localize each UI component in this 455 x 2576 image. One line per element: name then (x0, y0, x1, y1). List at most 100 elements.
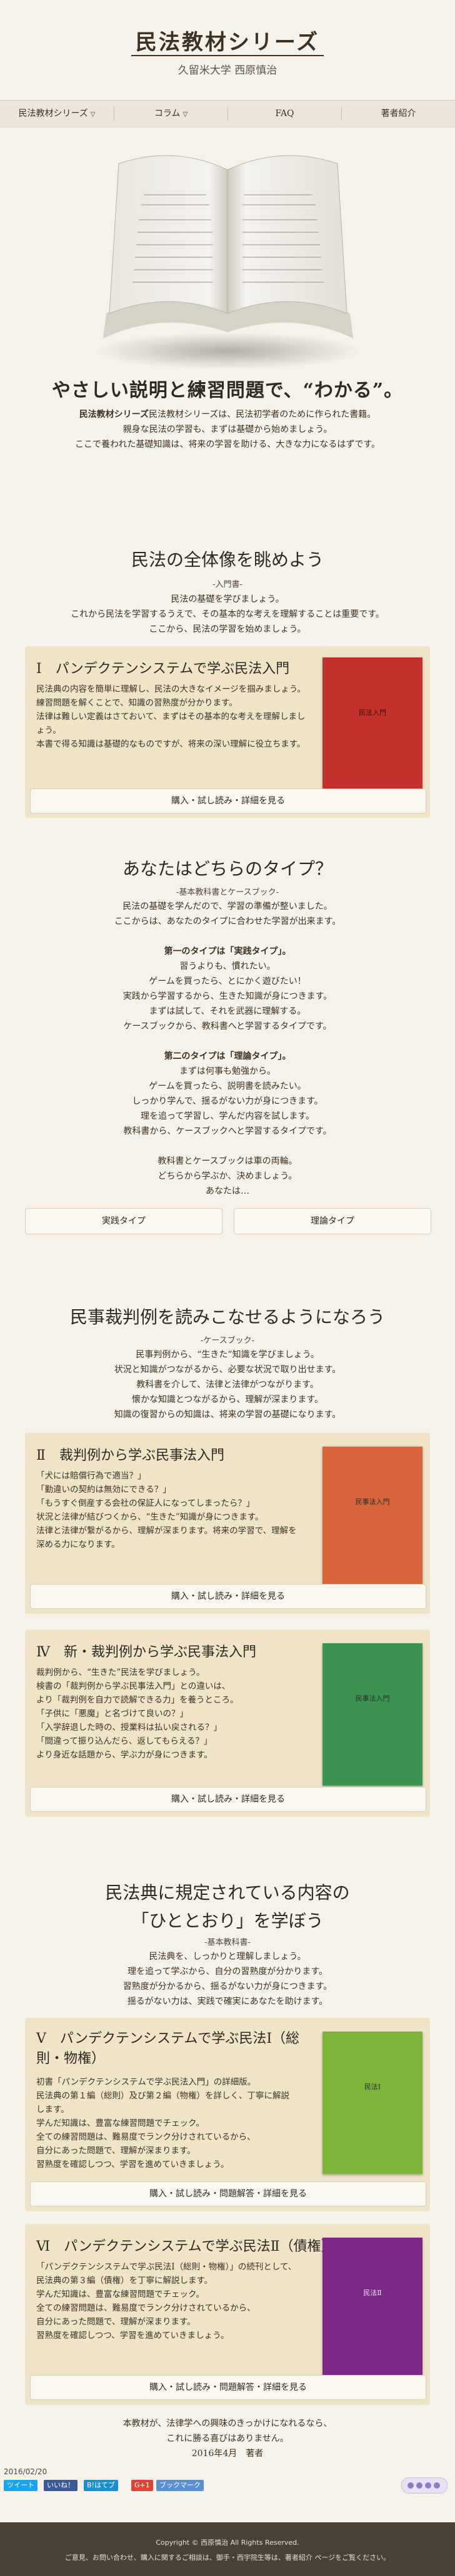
card-line: 深める力になります。 (36, 1540, 120, 1550)
section-title-casebook: 民事裁判例を読みこなせるようになろう (69, 1307, 385, 1327)
nav-item-series[interactable]: 民法教材シリーズ ▽ (0, 101, 114, 127)
section-title-textbook-line1: 民法典に規定されている内容の (105, 1882, 350, 1903)
book-cover-image[interactable]: 民事法入門 (322, 1643, 422, 1786)
para-line: 習熟度が分かるから、揺るがない力が身につきます。 (122, 1982, 332, 1992)
para-line: 教科書から、ケースブックへと学習するタイプです。 (123, 1126, 332, 1136)
para-line: 第一のタイプは「実践タイプ」。 (164, 946, 291, 956)
closing-message: 本教材が、法律学への興味のきっかけになれるなら、 これに勝る喜びはありません。 … (0, 2416, 455, 2461)
post-date: 2016/02/20 (4, 2467, 48, 2476)
nav-label: コラム (154, 109, 181, 119)
cover-title: 民事法入門 (355, 1498, 390, 1506)
footer-copyright: Copyright © 西原慎治 All Rights Reserved. (156, 2539, 299, 2547)
like-button[interactable]: いいね！ (44, 2480, 78, 2491)
section-paragraph: 民法の基礎を学びましょう。 これから民法を学習するうえで、その基本的な考えを理解… (0, 592, 455, 637)
para-line: 知識の復習からの知識は、将来の学習の基礎になります。 (114, 1410, 341, 1420)
buy-button[interactable]: 購入・試し読み・詳細を見る (30, 789, 426, 814)
intro-line: ここで養われた基礎知識は、将来の学習を助ける、大きな力になるはずです。 (75, 440, 380, 450)
cover-title: 民法Ⅱ (363, 2289, 382, 2297)
book-cover-image[interactable]: 民法Ⅰ (322, 2032, 422, 2174)
card-line: 裁判例から、“生きた”民法を学びましょう。 (36, 1668, 205, 1678)
gplus-button[interactable]: G+1 (131, 2480, 153, 2491)
para-line: これに勝る喜びはありません。 (166, 2434, 289, 2444)
card-line: 状況と法律が結びつくから、“生きた”知識が身につきます。 (36, 1512, 264, 1522)
nav-label: 著者紹介 (381, 109, 416, 119)
card-title: Ⅵ パンデクテンシステムで学ぶ民法Ⅱ（債権） (36, 2239, 335, 2254)
book-cover-image[interactable]: 民法Ⅱ (322, 2238, 422, 2380)
chevron-down-icon: ▽ (90, 111, 96, 118)
card-line: 練習問題を解くことで、知識の習熟度が分かります。 (36, 698, 238, 708)
intro-line: 民法教材シリーズ民法教材シリーズは、民法初学者のために作られた書籍。 (79, 410, 376, 420)
card-line: 「犬には賠償行為で適当？」 (36, 1471, 146, 1481)
type-description: 民法の基礎を学んだので、学習の準備が整いました。 ここからは、あなたのタイプに合… (0, 899, 455, 1199)
hatena-bookmark-button[interactable]: B!はてブ (84, 2480, 118, 2491)
card-line: 民法典の第３編（債権）を丁寧に解説します。 (36, 2276, 213, 2286)
book-card-casebook: Ⅱ 裁判例から学ぶ民事法入門 「犬には賠償行為で適当？」 「勤違いの契約は無効に… (25, 1433, 430, 1614)
para-line: 第二のタイプは「理論タイプ」。 (164, 1051, 291, 1061)
section-title-textbook-line2: 「ひととおり」を学ぼう (131, 1910, 324, 1931)
buy-button[interactable]: 購入・試し読み・問題解答・詳細を見る (30, 2181, 426, 2206)
para-line (0, 1034, 455, 1049)
card-line: 「入学辞退した時の、授業料は払い戻される？」 (36, 1723, 222, 1733)
book-cover-image[interactable]: 民事法入門 (322, 1447, 422, 1589)
card-title: Ⅴ パンデクテンシステムで学ぶ民法Ⅰ（総則・物権） (36, 2031, 300, 2067)
buy-button[interactable]: 購入・試し読み・詳細を見る (30, 1584, 426, 1609)
para-line (0, 1139, 455, 1154)
card-line: 「勤違いの契約は無効にできる？」 (36, 1485, 171, 1495)
nav-label: 民法教材シリーズ (18, 109, 88, 119)
nav-item-author[interactable]: 著者紹介 (342, 101, 455, 127)
card-line: 自分にあった問題で、理解が深まります。 (36, 2146, 196, 2156)
card-title: Ⅰ パンデクテンシステムで学ぶ民法入門 (36, 661, 290, 677)
para-line: 2016年4月 著者 (191, 2449, 264, 2459)
card-line: より「裁判例を自力で読解できる力」を養うところ。 (36, 1695, 239, 1705)
page-top-button[interactable] (401, 2477, 448, 2494)
para-line: あなたは… (206, 1186, 249, 1196)
para-line: ゲームを買ったら、とにかく遊びたい！ (149, 976, 306, 986)
buy-button[interactable]: 購入・試し読み・問題解答・詳細を見る (30, 2375, 426, 2400)
site-subtitle: 久留米大学 西原慎治 (178, 64, 278, 77)
main-nav: 民法教材シリーズ ▽ コラム ▽ FAQ 著者紹介 (0, 100, 455, 127)
para-line: 民法の基礎を学んだので、学習の準備が整いました。 (122, 902, 332, 912)
card-line: 自分にあった問題で、理解が深まります。 (36, 2317, 196, 2327)
site-title[interactable]: 民法教材シリーズ (0, 25, 455, 56)
tweet-button[interactable]: ツイート (4, 2480, 38, 2491)
card-line: 学んだ知識は、豊富な練習問題でチェック。 (36, 2118, 204, 2128)
card-line: 民法典の第１編（総則）及び第２編（物権）を詳しく、丁寧に解説 (36, 2091, 289, 2101)
card-title: Ⅱ 裁判例から学ぶ民事法入門 (36, 1448, 224, 1463)
chevron-down-icon: ▽ (182, 111, 188, 118)
section-paragraph: 民事判例から、“生きた”知識を学びましょう。 状況と知識がつながるから、必要な状… (0, 1347, 455, 1422)
section-paragraph: 民法典を、しっかりと理解しましょう。 理を追って学ぶから、自分の習熟度が分かりま… (0, 1949, 455, 2009)
nav-label: FAQ (275, 109, 294, 119)
para-line: 懐かな知識とつながるから、理解が深まります。 (131, 1395, 324, 1405)
para-line: 習うよりも、慣れたい。 (179, 961, 276, 971)
book-cover-image[interactable]: 民法入門 (322, 657, 422, 800)
practical-type-button[interactable]: 実践タイプ (25, 1208, 222, 1234)
para-line: まずは何事も勉強から。 (179, 1066, 276, 1076)
para-line: 理を追って学習し、学んだ内容を試します。 (141, 1111, 314, 1121)
nav-item-faq[interactable]: FAQ (228, 101, 341, 127)
card-line: 習熟度を確認しつつ、学習を進めていきましょう。 (36, 2160, 229, 2170)
section-sub: -ケースブック- (200, 1336, 255, 1345)
card-line: 法律は難しい定義はさておいて、まずはその基本的な考えを理解しましょう。 (36, 712, 306, 735)
bookmark-button[interactable]: ブックマーク (156, 2480, 204, 2491)
buy-button[interactable]: 購入・試し読み・詳細を見る (30, 1787, 426, 1812)
card-body: 「パンデクテンシステムで学ぶ民法Ⅰ（総則・物権）」の続刊として、 民法典の第３編… (36, 2260, 318, 2342)
card-line: 全ての練習問題は、難易度でランク分けされているから、 (36, 2303, 256, 2313)
card-line: 「もうすぐ倒産する会社の保証人になってしまったら？」 (36, 1498, 255, 1508)
card-body: 初書「パンデクテンシステムで学ぶ民法入門」の詳細版。 民法典の第１編（総則）及び… (36, 2075, 318, 2171)
section-sub: -入門書- (212, 580, 242, 589)
para-line: まずは試して、それを武器に理解する。 (149, 1006, 306, 1016)
theory-type-button[interactable]: 理論タイプ (234, 1208, 431, 1234)
para-line: 実践から学習するから、生きた知識が身につきます。 (122, 991, 332, 1001)
para-line: ケースブックから、教科書へと学習するタイプです。 (123, 1021, 332, 1031)
card-line: 法律と法律が繋がるから、理解が深まります。将来の学習で、理解を (36, 1526, 297, 1536)
card-line: 「パンデクテンシステムで学ぶ民法Ⅰ（総則・物権）」の続刊として、 (36, 2262, 297, 2272)
open-book-icon (103, 155, 353, 338)
card-body: 民法典の内容を簡単に理解し、民法の大きなイメージを掴みましょう。 練習問題を解く… (36, 682, 311, 751)
page-top-icon (408, 2482, 440, 2489)
card-line: 初書「パンデクテンシステムで学ぶ民法入門」の詳細版。 (36, 2077, 256, 2087)
para-line: どちらから学ぶか、決めましょう。 (158, 1171, 298, 1181)
nav-item-column[interactable]: コラム ▽ (114, 101, 228, 127)
card-line: 本書で得る知識は基礎的なものですが、将来の深い理解に役立ちます。 (36, 739, 306, 749)
para-line: 理を追って学ぶから、自分の習熟度が分かります。 (128, 1967, 328, 1977)
footer-contact-note[interactable]: ご意見、お問い合わせ、購入に関するご相談は、御手・西宇院生等は、著者紹介 ページ… (0, 2547, 455, 2562)
